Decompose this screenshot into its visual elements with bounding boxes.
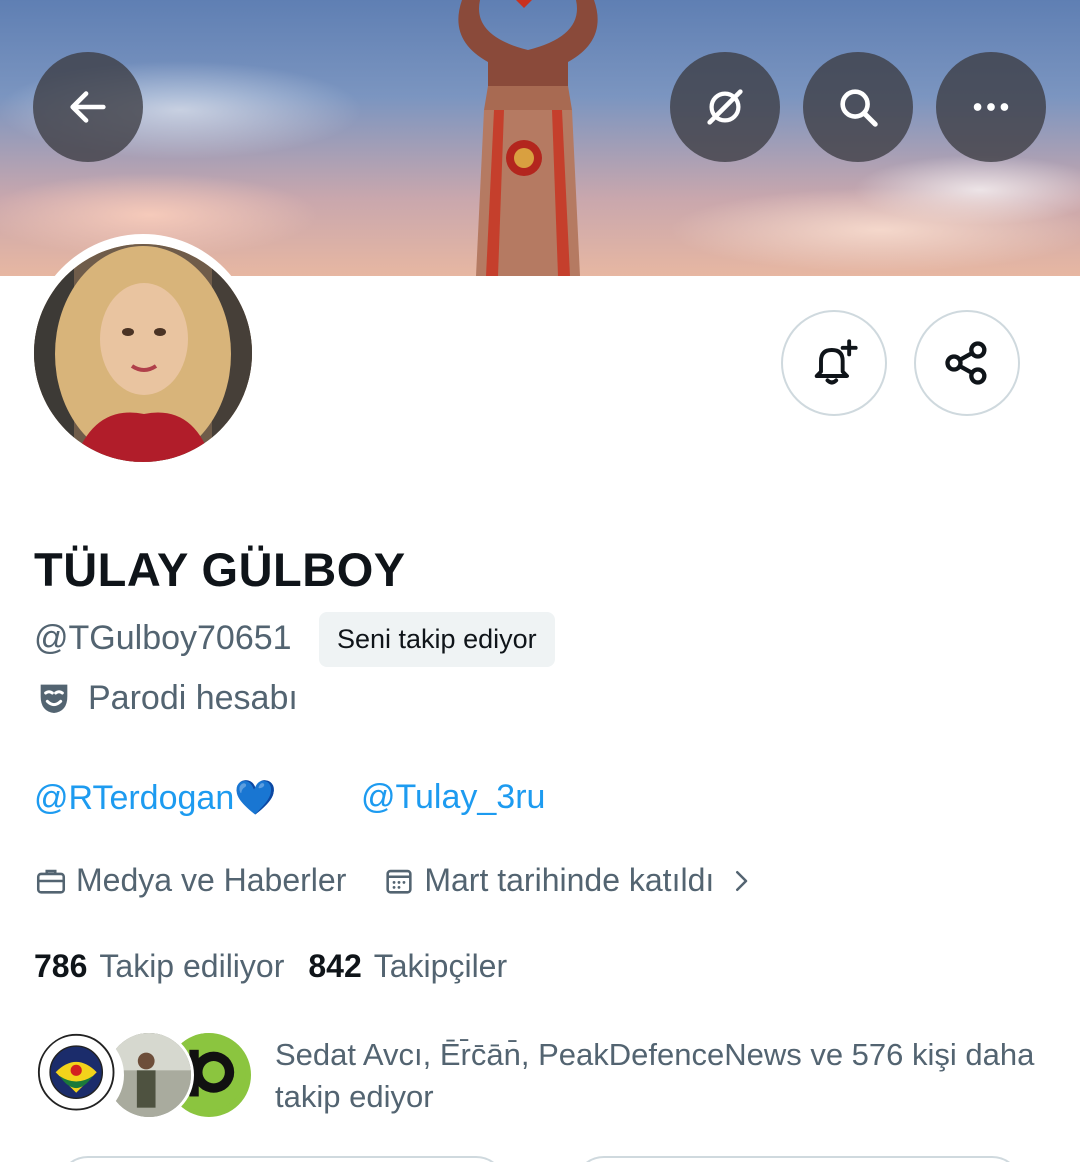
back-button[interactable]: [33, 52, 143, 162]
banner-monument-image: [458, 0, 598, 276]
follows-you-badge: Seni takip ediyor: [319, 612, 555, 667]
share-profile-button[interactable]: [914, 310, 1020, 416]
following-stat[interactable]: 786 Takip ediliyor: [34, 948, 284, 985]
followers-stat[interactable]: 842 Takipçiler: [308, 948, 507, 985]
follow-stats: 786 Takip ediliyor 842 Takipçiler: [34, 948, 507, 985]
more-options-button[interactable]: [936, 52, 1046, 162]
profile-display-name: TÜLAY GÜLBOY: [34, 543, 406, 596]
bell-plus-icon: [814, 339, 858, 385]
share-icon: [945, 341, 987, 385]
grok-icon: [707, 89, 743, 125]
following-count: 786: [34, 948, 88, 984]
calendar-icon: [386, 869, 412, 894]
followers-you-know-text: Sedat Avcı, Ēr̄c̄ān̄, PeakDefenceNews ve…: [275, 1037, 1035, 1114]
profile-meta-row: Medya ve Haberler Mart tarihinde katıldı: [34, 862, 764, 899]
search-button[interactable]: [803, 52, 913, 162]
category-text: Medya ve Haberler: [76, 862, 347, 898]
profile-handle: @TGulboy70651: [34, 619, 292, 657]
parody-label-text: Parodi hesabı: [88, 678, 298, 717]
briefcase-icon: [36, 869, 66, 894]
bottom-button-right[interactable]: [574, 1156, 1022, 1162]
joined-text: Mart tarihinde katıldı: [424, 862, 715, 898]
following-label: Takip ediliyor: [99, 948, 285, 984]
fenerbahce-logo-icon: [37, 1033, 115, 1111]
bio-mention-link[interactable]: @RTerdogan💙: [34, 778, 277, 818]
bottom-button-left[interactable]: [58, 1156, 506, 1162]
parody-account-label: Parodi hesabı: [34, 678, 298, 718]
bio-mention-link[interactable]: @Tulay_3ru: [361, 778, 545, 817]
followers-you-know[interactable]: Sedat Avcı, Ēr̄c̄ān̄, PeakDefenceNews ve…: [34, 1030, 1044, 1120]
profile-category: Medya ve Haberler: [34, 862, 346, 899]
follower-avatar: [34, 1030, 124, 1120]
avatar-photo: [34, 244, 252, 462]
parody-mask-icon: [40, 684, 68, 713]
arrow-left-icon: [70, 91, 106, 123]
chevron-right-icon: [736, 870, 748, 891]
joined-date[interactable]: Mart tarihinde katıldı: [382, 862, 764, 899]
notifications-button[interactable]: [781, 310, 887, 416]
grok-button[interactable]: [670, 52, 780, 162]
search-icon: [840, 89, 878, 127]
profile-banner[interactable]: [0, 0, 1080, 276]
followers-label: Takipçiler: [373, 948, 508, 984]
followers-count: 842: [308, 948, 362, 984]
profile-page: TÜLAY GÜLBOY @TGulboy70651 Seni takip ed…: [0, 0, 1080, 1162]
more-icon: [973, 103, 1009, 111]
avatar[interactable]: [34, 244, 252, 462]
